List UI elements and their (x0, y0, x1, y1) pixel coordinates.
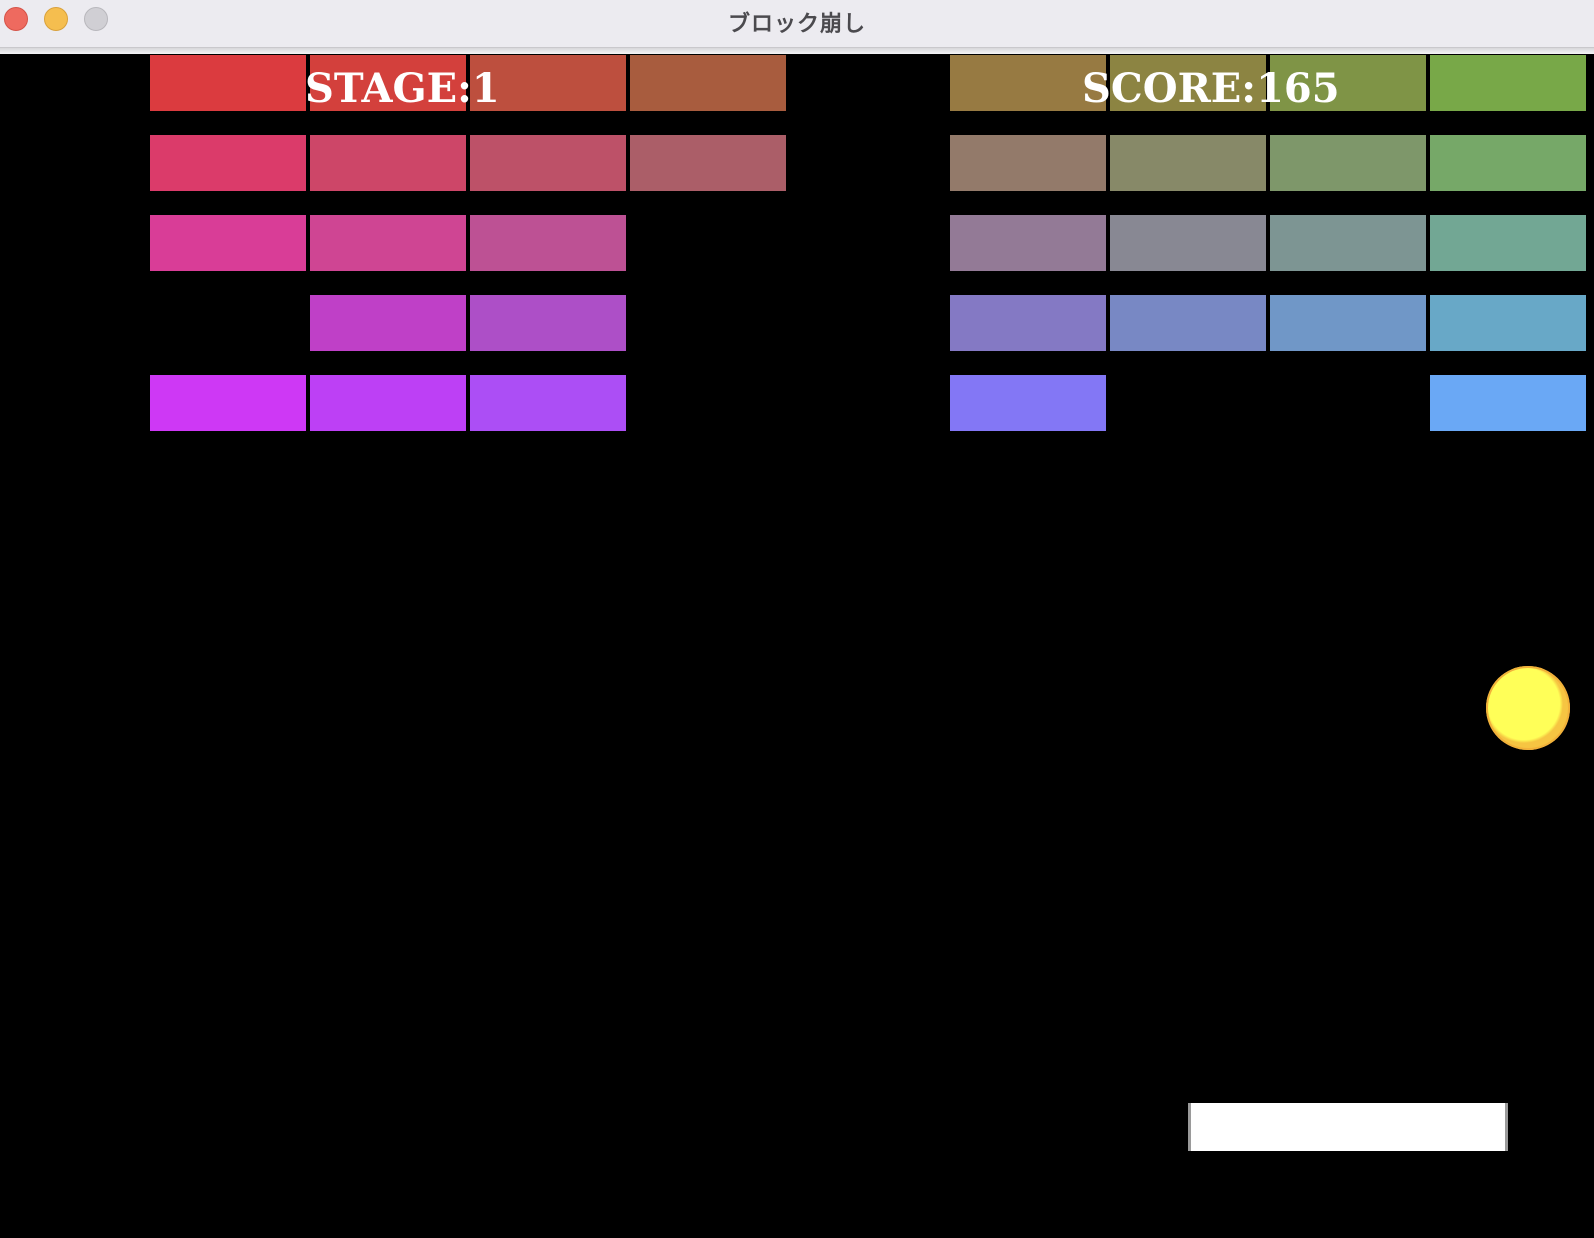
brick-right-r3-c4 (1430, 215, 1586, 271)
brick-left-r3-c1 (150, 215, 306, 271)
brick-left-r2-c1 (150, 135, 306, 191)
stage-label: STAGE:1 (305, 65, 500, 112)
window-titlebar: ブロック崩し (0, 0, 1594, 48)
brick-right-r4-c2 (1110, 295, 1266, 351)
game-canvas[interactable]: STAGE:1 SCORE:165 (0, 54, 1594, 1238)
brick-right-r2-c4 (1430, 135, 1586, 191)
brick-left-r1-c1 (150, 55, 306, 111)
brick-right-r3-c3 (1270, 215, 1426, 271)
brick-left-r3-c2 (310, 215, 466, 271)
brick-left-r2-c2 (310, 135, 466, 191)
brick-right-r3-c1 (950, 215, 1106, 271)
paddle[interactable] (1188, 1103, 1508, 1151)
brick-right-r1-c4 (1430, 55, 1586, 111)
brick-right-r4-c1 (950, 295, 1106, 351)
brick-left-r5-c3 (470, 375, 626, 431)
brick-left-r5-c2 (310, 375, 466, 431)
brick-left-r3-c3 (470, 215, 626, 271)
brick-left-r5-c1 (150, 375, 306, 431)
ball (1486, 666, 1570, 750)
brick-right-r2-c1 (950, 135, 1106, 191)
brick-left-r2-c3 (470, 135, 626, 191)
brick-right-r3-c2 (1110, 215, 1266, 271)
brick-right-r4-c4 (1430, 295, 1586, 351)
window-title: ブロック崩し (727, 12, 866, 37)
brick-right-r5-c4 (1430, 375, 1586, 431)
brick-right-r2-c2 (1110, 135, 1266, 191)
score-label: SCORE:165 (1082, 65, 1340, 112)
brick-right-r2-c3 (1270, 135, 1426, 191)
brick-right-r4-c3 (1270, 295, 1426, 351)
brick-left-r4-c3 (470, 295, 626, 351)
brick-left-r4-c2 (310, 295, 466, 351)
brick-left-r1-c4 (630, 55, 786, 111)
brick-left-r2-c4 (630, 135, 786, 191)
brick-right-r5-c1 (950, 375, 1106, 431)
